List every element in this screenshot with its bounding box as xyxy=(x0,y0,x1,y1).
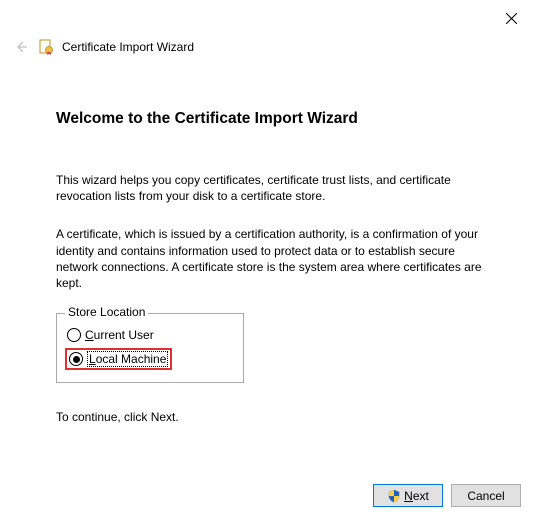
cancel-label: Cancel xyxy=(467,489,504,503)
continue-text: To continue, click Next. xyxy=(56,409,495,425)
next-button[interactable]: Next xyxy=(373,484,443,507)
wizard-header: Certificate Import Wizard xyxy=(12,38,194,56)
radio-row-local-machine[interactable]: Local Machine xyxy=(65,348,172,370)
radio-label-local-machine: Local Machine xyxy=(87,351,168,367)
footer-buttons: Next Cancel xyxy=(373,484,521,507)
radio-row-current-user[interactable]: Current User xyxy=(67,328,233,342)
content-area: Welcome to the Certificate Import Wizard… xyxy=(56,110,495,447)
store-location-legend: Store Location xyxy=(65,305,148,319)
intro-paragraph-1: This wizard helps you copy certificates,… xyxy=(56,172,495,204)
next-label: Next xyxy=(404,489,429,503)
uac-shield-icon xyxy=(387,489,401,503)
radio-current-user[interactable] xyxy=(67,328,81,342)
store-location-group: Store Location Current User Local Machin… xyxy=(56,313,244,383)
radio-local-machine[interactable] xyxy=(69,352,83,366)
certificate-icon xyxy=(38,39,54,55)
radio-label-current-user: Current User xyxy=(85,328,154,342)
cancel-button[interactable]: Cancel xyxy=(451,484,521,507)
wizard-title: Certificate Import Wizard xyxy=(62,40,194,54)
close-button[interactable] xyxy=(501,8,521,28)
intro-paragraph-2: A certificate, which is issued by a cert… xyxy=(56,226,495,291)
page-title: Welcome to the Certificate Import Wizard xyxy=(56,110,495,128)
back-button[interactable] xyxy=(12,38,30,56)
